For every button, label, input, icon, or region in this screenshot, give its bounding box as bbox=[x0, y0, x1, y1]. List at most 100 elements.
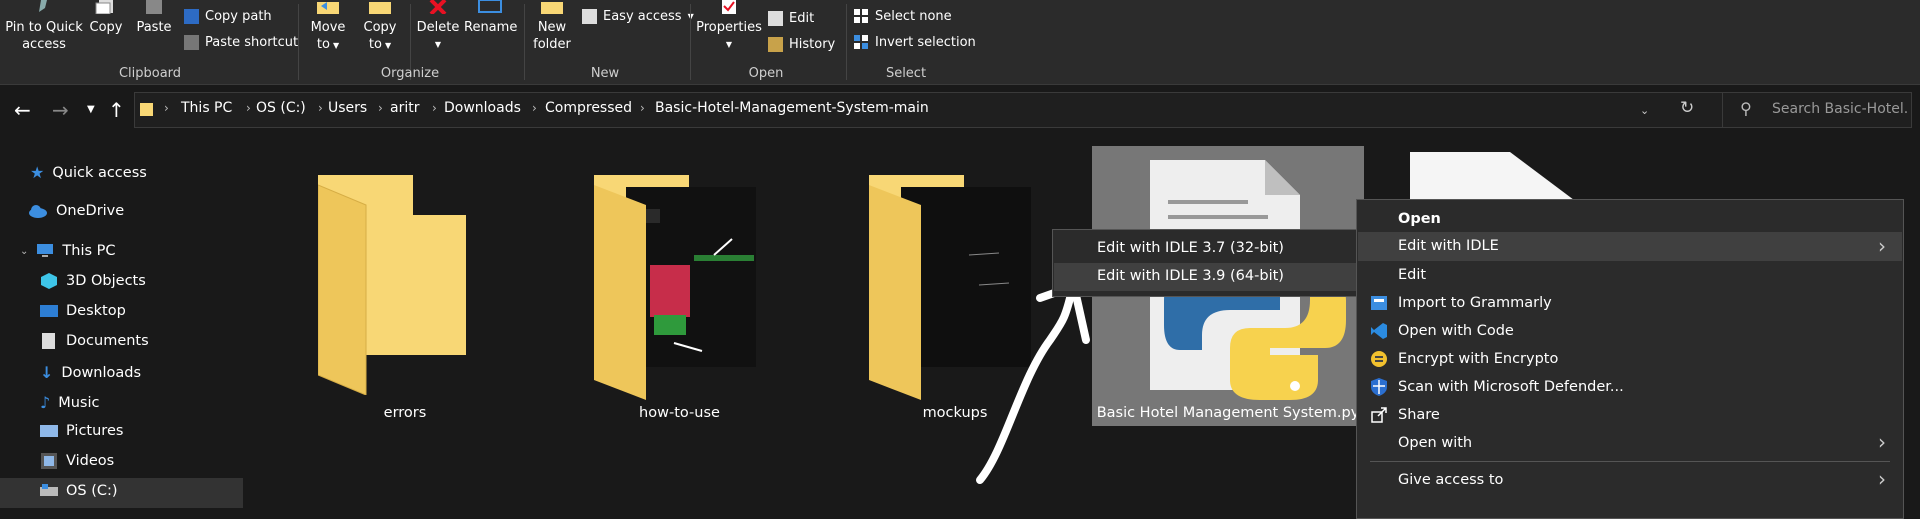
edit-ribbon-label: Edit bbox=[789, 10, 815, 26]
breadcrumb-users[interactable]: Users bbox=[328, 100, 367, 116]
properties-button[interactable]: Properties ▼ bbox=[696, 0, 762, 53]
nav-this-pc[interactable]: ⌄ This PC bbox=[20, 243, 116, 259]
breadcrumb-separator-icon: › bbox=[318, 101, 323, 115]
menu-item-share[interactable]: Share bbox=[1370, 406, 1440, 424]
pin-label-line1: Pin to Quick bbox=[5, 20, 83, 35]
pin-to-quick-access-button[interactable]: Pin to Quick access bbox=[4, 0, 84, 53]
nav-pictures[interactable]: Pictures bbox=[40, 423, 123, 439]
navigation-pane bbox=[0, 138, 245, 508]
nav-documents[interactable]: Documents bbox=[40, 333, 149, 349]
refresh-icon[interactable]: ↻ bbox=[1680, 98, 1694, 118]
copy-button[interactable]: Copy bbox=[86, 0, 126, 36]
encrypto-icon bbox=[1371, 351, 1387, 367]
properties-label: Properties bbox=[696, 20, 762, 35]
chevron-right-icon: › bbox=[1878, 430, 1886, 454]
share-icon bbox=[1371, 407, 1387, 423]
ribbon-divider bbox=[298, 4, 299, 80]
nav-3d-objects[interactable]: 3D Objects bbox=[40, 273, 146, 289]
menu-item-edit[interactable]: Edit bbox=[1370, 266, 1426, 284]
rename-button[interactable]: Rename bbox=[464, 0, 517, 36]
menu-item-open-with-code[interactable]: Open with Code bbox=[1370, 322, 1514, 340]
breadcrumb-separator-icon: › bbox=[432, 101, 437, 115]
menu-item-share-label: Share bbox=[1398, 407, 1440, 423]
address-bar[interactable] bbox=[134, 92, 1732, 128]
history-button[interactable]: History bbox=[768, 34, 835, 54]
menu-item-encrypt[interactable]: Encrypt with Encrypto bbox=[1370, 350, 1558, 368]
folder-icon[interactable] bbox=[594, 175, 764, 400]
easy-access-button[interactable]: Easy access ▼ bbox=[582, 6, 694, 26]
select-none-button[interactable]: Select none bbox=[854, 6, 952, 26]
paste-shortcut-button[interactable]: Paste shortcut bbox=[184, 32, 298, 52]
menu-item-import-grammarly-label: Import to Grammarly bbox=[1398, 295, 1552, 311]
item-errors-label[interactable]: errors bbox=[340, 405, 470, 421]
nav-desktop-label: Desktop bbox=[66, 303, 126, 319]
drive-icon bbox=[40, 484, 58, 496]
item-how-to-use-label[interactable]: how-to-use bbox=[617, 405, 742, 421]
forward-arrow-icon[interactable]: → bbox=[52, 98, 69, 122]
delete-button[interactable]: Delete ▼ bbox=[414, 0, 462, 53]
nav-onedrive[interactable]: OneDrive bbox=[28, 203, 124, 219]
properties-icon bbox=[722, 0, 736, 14]
breadcrumb-separator-icon: › bbox=[246, 101, 251, 115]
search-icon: ⚲ bbox=[1740, 99, 1752, 118]
desktop-icon bbox=[40, 305, 58, 317]
nav-os-c[interactable]: OS (C:) bbox=[40, 483, 118, 499]
up-arrow-icon[interactable]: ↑ bbox=[108, 98, 125, 122]
menu-item-edit-with-idle[interactable]: Edit with IDLE bbox=[1370, 237, 1499, 255]
breadcrumb-os-c[interactable]: OS (C:) bbox=[256, 100, 306, 116]
menu-item-open-label: Open bbox=[1398, 211, 1441, 227]
chevron-down-icon: ▼ bbox=[434, 40, 442, 49]
history-label: History bbox=[789, 36, 836, 52]
search-input[interactable]: Search Basic-Hotel... bbox=[1772, 101, 1908, 117]
copy-path-button[interactable]: Copy path bbox=[184, 6, 272, 26]
move-to-button[interactable]: Move to ▼ bbox=[306, 0, 350, 54]
nav-quick-access[interactable]: ★ Quick access bbox=[30, 163, 147, 182]
nav-downloads[interactable]: ↓ Downloads bbox=[40, 363, 141, 382]
menu-item-open-with-code-label: Open with Code bbox=[1398, 323, 1514, 339]
pin-label-line2: access bbox=[22, 37, 66, 52]
paste-button[interactable]: Paste bbox=[132, 0, 176, 36]
chevron-down-icon: ▼ bbox=[332, 41, 340, 50]
nav-desktop[interactable]: Desktop bbox=[40, 303, 126, 319]
copy-path-label: Copy path bbox=[205, 8, 272, 24]
pin-icon bbox=[39, 0, 47, 12]
chevron-right-icon: › bbox=[1878, 234, 1886, 258]
copy-to-label-line1: Copy bbox=[363, 20, 397, 35]
breadcrumb-compressed[interactable]: Compressed bbox=[545, 100, 632, 116]
nav-videos[interactable]: Videos bbox=[40, 453, 114, 469]
breadcrumb-downloads[interactable]: Downloads bbox=[444, 100, 521, 116]
submenu-idle-39[interactable]: Edit with IDLE 3.9 (64-bit) bbox=[1097, 268, 1284, 284]
item-python-file-label[interactable]: Basic Hotel Management System.py bbox=[1092, 405, 1364, 421]
menu-item-scan-defender[interactable]: Scan with Microsoft Defender... bbox=[1370, 378, 1624, 396]
nav-videos-label: Videos bbox=[66, 453, 115, 469]
submenu-idle-37[interactable]: Edit with IDLE 3.7 (32-bit) bbox=[1097, 240, 1284, 256]
menu-item-open[interactable]: Open bbox=[1370, 210, 1441, 228]
breadcrumb-current-folder[interactable]: Basic-Hotel-Management-System-main bbox=[655, 100, 929, 116]
edit-icon bbox=[768, 10, 783, 26]
new-group-label: New bbox=[590, 66, 620, 81]
nav-music-label: Music bbox=[58, 394, 100, 411]
address-dropdown-chevron-icon[interactable]: ⌄ bbox=[1640, 104, 1649, 117]
breadcrumb-this-pc[interactable]: This PC bbox=[181, 100, 232, 116]
breadcrumb-aritr[interactable]: aritr bbox=[390, 100, 419, 116]
menu-icon-placeholder bbox=[1370, 471, 1388, 489]
pictures-icon bbox=[40, 425, 58, 437]
menu-icon-placeholder bbox=[1370, 237, 1388, 255]
menu-item-give-access-label: Give access to bbox=[1398, 472, 1504, 488]
nav-music[interactable]: ♪ Music bbox=[40, 393, 99, 412]
menu-item-open-with[interactable]: Open with bbox=[1370, 434, 1472, 452]
folder-icon[interactable] bbox=[318, 175, 466, 395]
copy-to-button[interactable]: Copy to ▼ bbox=[358, 0, 402, 54]
menu-item-give-access[interactable]: Give access to bbox=[1370, 471, 1503, 489]
menu-item-import-grammarly[interactable]: Import to Grammarly bbox=[1370, 294, 1552, 312]
recent-locations-chevron-icon[interactable]: ▼ bbox=[87, 104, 95, 115]
edit-ribbon-button[interactable]: Edit bbox=[768, 8, 814, 28]
invert-selection-button[interactable]: Invert selection bbox=[854, 32, 976, 52]
back-arrow-icon[interactable]: ← bbox=[14, 98, 31, 122]
menu-icon-placeholder bbox=[1370, 266, 1388, 284]
move-to-icon bbox=[317, 2, 339, 14]
new-folder-button[interactable]: New folder bbox=[530, 0, 574, 53]
clipboard-group-label: Clipboard bbox=[118, 66, 182, 81]
cloud-icon bbox=[29, 205, 47, 218]
easy-access-label: Easy access bbox=[603, 8, 682, 24]
